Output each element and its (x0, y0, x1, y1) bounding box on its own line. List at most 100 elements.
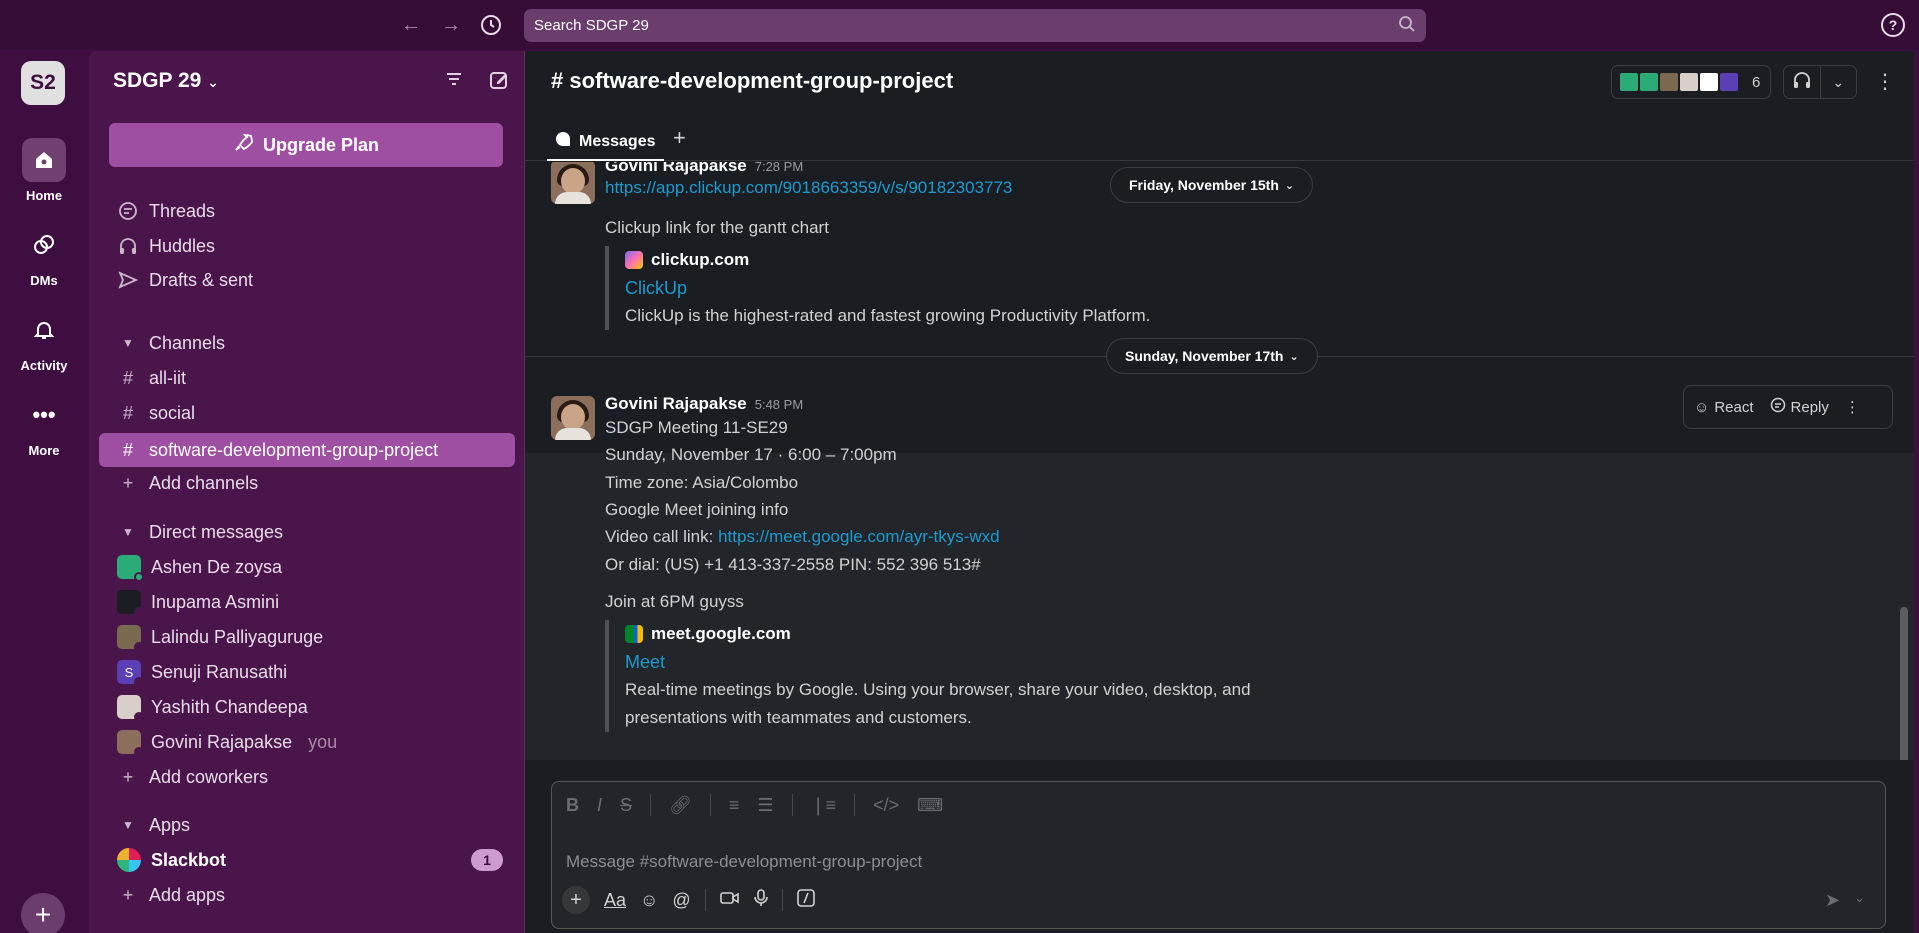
preview-site[interactable]: clickup.com (625, 246, 1150, 274)
strikethrough-icon[interactable]: S (620, 795, 632, 816)
rail-home[interactable]: Home (0, 138, 88, 203)
reply-icon (1770, 397, 1786, 417)
bold-icon[interactable]: B (566, 795, 579, 816)
send-icon[interactable]: ➤ (1825, 890, 1840, 911)
reply-button[interactable]: Reply (1770, 397, 1829, 417)
chevron-down-icon[interactable]: ⌄ (1821, 74, 1857, 91)
huddle-button[interactable]: ⌄ (1783, 65, 1857, 99)
history-clock-icon[interactable] (478, 12, 504, 38)
sidebar-item-threads[interactable]: Threads (117, 196, 215, 226)
channel-more-icon[interactable]: ⋮ (1875, 69, 1895, 94)
emoji-icon[interactable]: ☺ (640, 890, 658, 911)
slash-command-icon[interactable] (796, 888, 815, 912)
sidebar-item-dm[interactable]: Govini Rajapakse you (117, 727, 337, 757)
more-actions-icon[interactable]: ⋮ (1845, 398, 1860, 416)
rail-activity[interactable]: Activity (0, 308, 88, 373)
chevron-down-icon[interactable]: ⌄ (1854, 890, 1865, 911)
preview-description: Real-time meetings by Google. Using your… (625, 680, 1251, 699)
sidebar-item-dm[interactable]: Ashen De zoysa (117, 552, 282, 582)
sidebar-item-channel-active[interactable]: # software-development-group-project (99, 433, 515, 467)
hash-icon: # (122, 439, 133, 460)
sidebar-item-channel[interactable]: # all-iit (117, 363, 186, 393)
workspace-name[interactable]: SDGP 29 ⌄ (113, 69, 219, 93)
react-button[interactable]: ☺ React (1694, 399, 1754, 416)
channels-section-header[interactable]: ▼ Channels (117, 328, 225, 358)
member-avatars-button[interactable]: 6 (1611, 65, 1771, 99)
add-coworkers-button[interactable]: + Add coworkers (117, 762, 268, 792)
italic-icon[interactable]: I (597, 795, 602, 816)
link-preview: clickup.com ClickUp ClickUp is the highe… (605, 246, 1150, 330)
rail-more-label: More (28, 443, 60, 458)
preview-title[interactable]: Meet (625, 648, 1251, 676)
sidebar-item-dm[interactable]: Inupama Asmini (117, 587, 279, 617)
video-call-link[interactable]: https://meet.google.com/ayr-tkys-wxd (718, 527, 1000, 546)
dm-name: Ashen De zoysa (151, 556, 283, 577)
code-icon[interactable]: </> (873, 795, 899, 816)
message-link[interactable]: https://app.clickup.com/9018663359/v/s/9… (605, 178, 1012, 198)
mention-icon[interactable]: @ (672, 890, 690, 911)
date-jump-button[interactable]: Sunday, November 17th ⌄ (1106, 338, 1318, 374)
code-block-icon[interactable]: ⌨ (917, 795, 943, 816)
rail-more[interactable]: ••• More (0, 393, 88, 458)
message-input[interactable]: Message #software-development-group-proj… (566, 852, 922, 872)
preview-title[interactable]: ClickUp (625, 274, 1150, 302)
blockquote-icon[interactable]: ❘≡ (811, 795, 837, 816)
forward-arrow-icon[interactable]: → (438, 12, 464, 38)
link-icon[interactable]: 🔗︎ (669, 795, 692, 816)
search-bar[interactable]: Search SDGP 29 (524, 9, 1426, 42)
sidebar-item-huddles[interactable]: Huddles (117, 231, 215, 261)
message-author[interactable]: Govini Rajapakse 5:48 PM (605, 394, 803, 414)
dms-section-header[interactable]: ▼ Direct messages (117, 517, 283, 547)
member-avatar (1638, 71, 1660, 93)
video-clip-icon[interactable] (719, 890, 740, 911)
text-format-icon[interactable]: Aa (604, 890, 626, 911)
threads-icon (117, 201, 139, 221)
workspace-badge[interactable]: S2 (21, 61, 65, 105)
divider (650, 794, 652, 816)
add-tab-icon[interactable]: + (673, 125, 686, 151)
apps-section-header[interactable]: ▼ Apps (117, 810, 190, 840)
presence-dot (134, 572, 144, 582)
help-icon[interactable]: ? (1881, 13, 1905, 37)
emoji-add-icon: ☺ (1694, 398, 1710, 416)
preview-description: ClickUp is the highest-rated and fastest… (625, 306, 1151, 325)
avatar (117, 730, 144, 757)
author-name: Govini Rajapakse (605, 394, 747, 413)
avatar (117, 625, 144, 652)
filter-icon[interactable] (444, 69, 464, 97)
message-time[interactable]: 5:48 PM (755, 397, 803, 412)
compose-icon[interactable] (488, 69, 510, 97)
dm-name: Senuji Ranusathi (151, 661, 288, 682)
upgrade-plan-button[interactable]: Upgrade Plan (109, 123, 503, 167)
sidebar-item-channel[interactable]: # social (117, 398, 195, 428)
date-jump-button[interactable]: Friday, November 15th ⌄ (1110, 167, 1314, 203)
add-channels-button[interactable]: + Add channels (117, 468, 258, 498)
sidebar-item-dm[interactable]: Yashith Chandeepa (117, 692, 308, 722)
google-meet-icon (625, 625, 643, 643)
tab-messages[interactable]: Messages (547, 124, 664, 161)
add-apps-button[interactable]: + Add apps (117, 880, 225, 910)
bulleted-list-icon[interactable]: ☰ (757, 795, 773, 816)
plus-icon: + (122, 884, 134, 905)
rocket-icon (233, 133, 253, 158)
preview-site[interactable]: meet.google.com (625, 620, 1251, 648)
clickup-icon (625, 251, 643, 269)
sidebar-item-slackbot[interactable]: Slackbot 1 (117, 845, 525, 875)
sidebar-item-drafts[interactable]: Drafts & sent (117, 265, 253, 295)
sidebar-item-dm[interactable]: S Senuji Ranusathi (117, 657, 287, 687)
preview-site-name: clickup.com (651, 250, 750, 269)
add-workspace-icon[interactable]: + (21, 893, 65, 933)
message-time[interactable]: 7:28 PM (755, 162, 803, 174)
rail-dms[interactable]: DMs (0, 223, 88, 288)
avatar[interactable] (551, 396, 595, 440)
sidebar-item-dm[interactable]: Lalindu Palliyaguruge (117, 622, 323, 652)
avatar[interactable] (551, 162, 595, 204)
back-arrow-icon[interactable]: ← (398, 12, 424, 38)
scrollbar[interactable] (1900, 607, 1908, 760)
attach-plus-icon[interactable]: + (562, 886, 590, 914)
sidebar: SDGP 29 ⌄ Upgrade Plan Threads Huddles D… (89, 51, 525, 933)
message-author[interactable]: Govini Rajapakse 7:28 PM (605, 162, 803, 176)
channel-title[interactable]: # software-development-group-project (551, 68, 953, 94)
ordered-list-icon[interactable]: ≡ (729, 795, 740, 816)
microphone-icon[interactable] (753, 888, 768, 912)
